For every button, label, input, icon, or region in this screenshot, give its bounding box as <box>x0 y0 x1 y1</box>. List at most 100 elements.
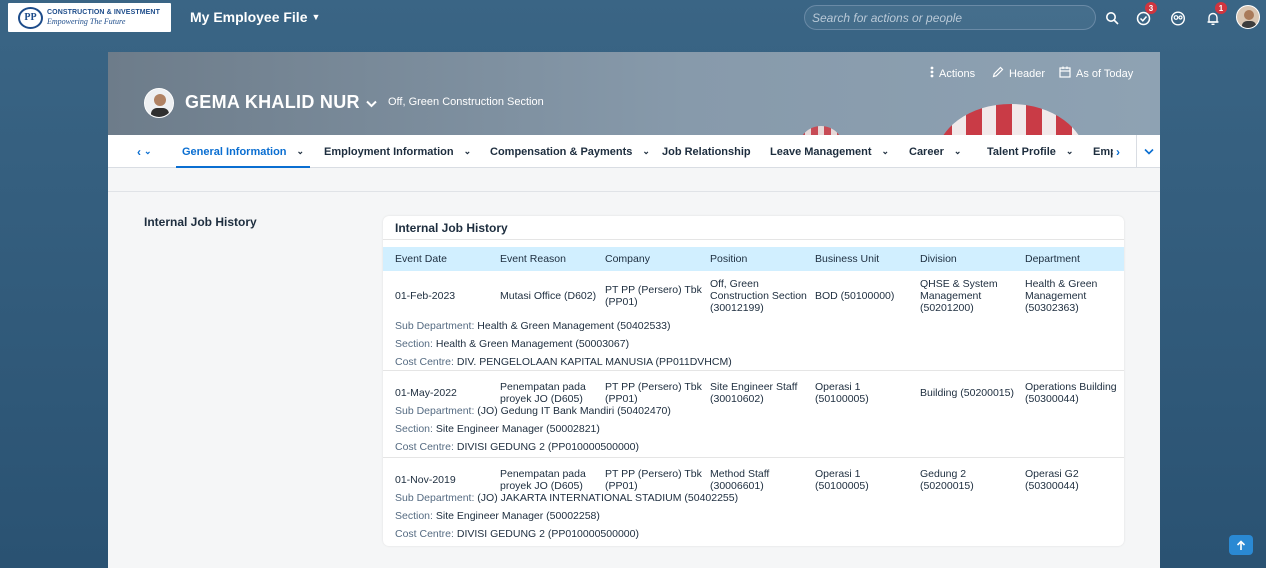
tab-career[interactable]: Career ⌄ <box>909 135 961 168</box>
detail-value: Health & Green Management (50402533) <box>477 320 671 332</box>
detail-label: Section: <box>395 423 436 435</box>
notification-bell-icon[interactable]: 1 <box>1203 2 1227 28</box>
column-header: Division <box>920 253 957 265</box>
table-cell-division: QHSE & System Management (50201200) <box>920 278 998 314</box>
employee-file-page: GEMA KHALID NUR Off, Green Construction … <box>108 52 1160 568</box>
table-cell-position: Off, Green Construction Section (30012199) <box>710 278 807 314</box>
search-placeholder: Search for actions or people <box>812 11 963 25</box>
as-of-today-button[interactable]: As of Today <box>1059 66 1133 81</box>
table-cell-division: Building (50200015) <box>920 387 1014 399</box>
detail-label: Cost Centre: <box>395 441 457 453</box>
table-cell-business-unit: Operasi 1 (50100005) <box>815 381 869 405</box>
actions-button[interactable]: Actions <box>930 66 975 81</box>
arrow-up-icon <box>1236 539 1246 550</box>
row-detail-sub-department: Sub Department: Health & Green Managemen… <box>395 320 671 332</box>
chevron-down-icon: ⌄ <box>296 146 305 156</box>
section-title: Internal Job History <box>144 215 257 229</box>
detail-label: Section: <box>395 510 436 522</box>
table-cell-event-reason: Mutasi Office (D602) <box>500 290 597 302</box>
tab-employment-information[interactable]: Employment Information ⌄ <box>324 135 471 168</box>
column-header: Event Date <box>395 253 447 265</box>
tab-leave-management[interactable]: Leave Management ⌄ <box>770 135 889 168</box>
table-cell-event-reason: Penempatan pada proyek JO (D605) <box>500 468 586 492</box>
search-icon[interactable] <box>1102 8 1122 28</box>
detail-value: (JO) Gedung IT Bank Mandiri (50402470) <box>477 405 671 417</box>
app-title: My Employee File <box>190 9 308 25</box>
detail-label: Sub Department: <box>395 492 478 504</box>
detail-value: DIV. PENGELOLAAN KAPITAL MANUSIA (PP011D… <box>456 356 732 368</box>
chevron-down-icon: ⌄ <box>881 146 890 156</box>
employee-name-menu[interactable]: GEMA KHALID NUR <box>185 92 377 113</box>
tab-job-relationship[interactable]: Job Relationship <box>662 135 751 168</box>
logo-line2: Empowering The Future <box>47 17 126 26</box>
caret-down-icon: ▼ <box>311 12 321 22</box>
tab-label: Career <box>909 145 944 158</box>
balloon-decoration <box>798 126 844 135</box>
calendar-icon <box>1059 66 1071 81</box>
row-detail-cost-centre: Cost Centre: DIV. PENGELOLAAN KAPITAL MA… <box>395 356 732 368</box>
row-detail-section: Section: Health & Green Management (5000… <box>395 338 629 350</box>
table-cell-event-reason: Penempatan pada proyek JO (D605) <box>500 381 586 405</box>
header-label: Header <box>1009 67 1046 80</box>
row-detail-cost-centre: Cost Centre: DIVISI GEDUNG 2 (PP01000050… <box>395 528 639 540</box>
row-divider <box>383 457 1124 458</box>
row-detail-section: Section: Site Engineer Manager (50002821… <box>395 423 600 435</box>
tabs-scroll-right-icon[interactable]: › <box>1116 135 1120 168</box>
divider <box>383 239 1124 240</box>
tab-label: Compensation & Payments <box>490 145 633 158</box>
table-header: Event Date Event Reason Company Position… <box>383 247 1124 271</box>
detail-label: Cost Centre: <box>395 528 457 540</box>
search-input[interactable]: Search for actions or people <box>804 5 1096 30</box>
company-logo[interactable]: PP CONSTRUCTION & INVESTMENT Empowering … <box>8 3 171 32</box>
tasks-icon[interactable]: 3 <box>1133 2 1157 28</box>
table-cell-position: Site Engineer Staff (30010602) <box>710 381 798 405</box>
logo-line1: CONSTRUCTION & INVESTMENT <box>47 9 160 16</box>
tab-label: General Information <box>182 145 287 158</box>
column-header: Department <box>1025 253 1080 265</box>
table-cell-event-date: 01-Feb-2023 <box>395 290 456 302</box>
chevron-down-icon: ⌄ <box>642 146 650 156</box>
table-cell-department: Health & Green Management (50302363) <box>1025 278 1098 314</box>
table-row: 01-Nov-2019 Penempatan pada proyek JO (D60… <box>383 459 1124 547</box>
tabs-overflow-chevron-icon[interactable] <box>1136 135 1160 168</box>
people-icon[interactable] <box>1168 8 1188 28</box>
table-cell-department: Operations Building (50300044) <box>1025 381 1117 405</box>
detail-value: Site Engineer Manager (50002821) <box>435 423 600 435</box>
notifications-badge: 1 <box>1215 2 1227 14</box>
detail-label: Sub Department: <box>395 405 478 417</box>
sub-header-bar <box>108 168 1160 192</box>
table-cell-position: Method Staff (30006601) <box>710 468 770 492</box>
shell-bar: PP CONSTRUCTION & INVESTMENT Empowering … <box>0 0 1266 36</box>
tab-label: Leave Management <box>770 145 872 158</box>
tabs-scroll-left-icon[interactable]: ‹ ⌄ <box>137 135 152 168</box>
table-cell-company: PT PP (Persero) Tbk (PP01) <box>605 468 702 492</box>
tasks-badge: 3 <box>1145 2 1157 14</box>
row-detail-sub-department: Sub Department: (JO) JAKARTA INTERNATION… <box>395 492 738 504</box>
more-vertical-icon <box>930 66 934 81</box>
header-edit-button[interactable]: Header <box>992 66 1045 81</box>
table-cell-department: Operasi G2 (50300044) <box>1025 468 1079 492</box>
as-of-label: As of Today <box>1076 67 1134 80</box>
tab-label: Job Relationship <box>662 145 751 158</box>
card-title: Internal Job History <box>395 221 508 235</box>
tab-label: Emp <box>1093 145 1113 158</box>
tab-emp-truncated[interactable]: Emp <box>1093 135 1113 168</box>
table-cell-event-date: 01-May-2022 <box>395 387 457 399</box>
app-title-menu[interactable]: My Employee File ▼ <box>190 9 320 25</box>
chevron-down-icon: ⌄ <box>463 146 472 156</box>
tab-talent-profile[interactable]: Talent Profile ⌄ <box>987 135 1073 168</box>
row-detail-sub-department: Sub Department: (JO) Gedung IT Bank Mand… <box>395 405 671 417</box>
row-detail-cost-centre: Cost Centre: DIVISI GEDUNG 2 (PP01000050… <box>395 441 639 453</box>
section-tabs: ‹ ⌄ General Information ⌄ Employment Inf… <box>108 135 1160 168</box>
scroll-to-top-button[interactable] <box>1229 535 1253 555</box>
employee-avatar[interactable] <box>144 88 174 118</box>
detail-value: (JO) JAKARTA INTERNATIONAL STADIUM (5040… <box>477 492 739 504</box>
user-avatar[interactable] <box>1236 5 1260 29</box>
column-header: Position <box>710 253 748 265</box>
table-cell-company: PT PP (Persero) Tbk (PP01) <box>605 284 702 308</box>
detail-label: Sub Department: <box>395 320 478 332</box>
row-divider <box>383 370 1124 371</box>
chevron-down-icon: ⌄ <box>1065 146 1074 156</box>
tab-general-information[interactable]: General Information ⌄ <box>175 135 311 168</box>
tab-compensation-payments[interactable]: Compensation & Payments ⌄ <box>490 135 650 168</box>
